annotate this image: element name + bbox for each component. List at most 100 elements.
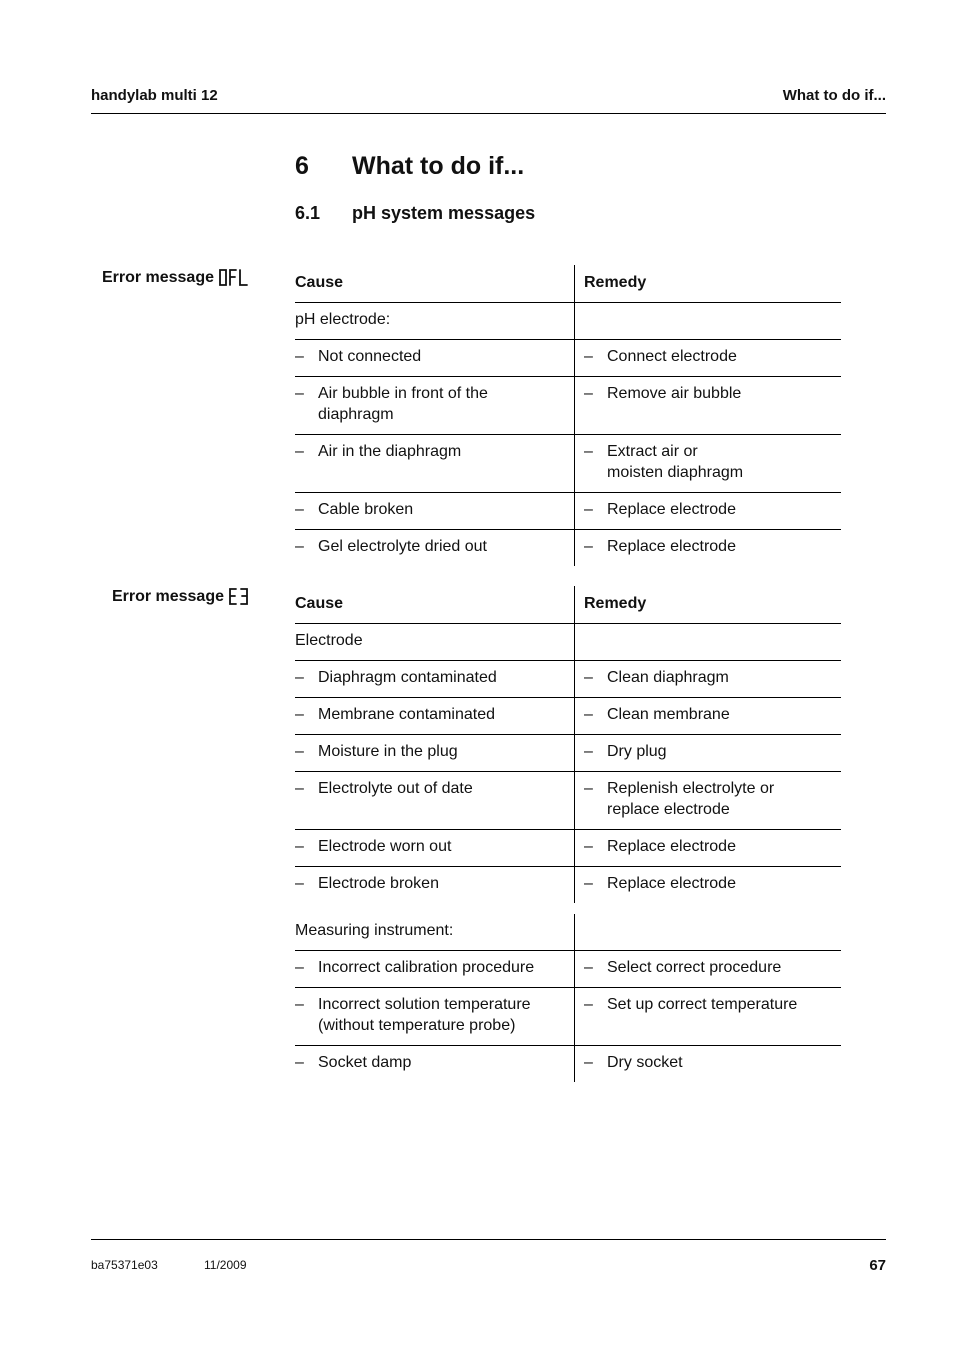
cause-text: Electrolyte out of date <box>318 778 473 799</box>
cause-cell: – Incorrect solution temperature (without … <box>295 987 575 1046</box>
text-line: Incorrect calibration procedure <box>318 959 535 976</box>
remedy-text: Dry plug <box>607 741 667 762</box>
text-line: Electrolyte out of date <box>318 780 473 797</box>
remedy-text: Replace electrode <box>607 536 736 557</box>
cause-text: Cable broken <box>318 499 413 520</box>
dash-bullet: – <box>295 838 304 855</box>
cause-cell: – Socket damp <box>295 1045 575 1082</box>
text-line: Air in the diaphragm <box>318 443 462 460</box>
dash-bullet: – <box>584 959 593 976</box>
chapter-title: What to do if... <box>352 152 525 180</box>
text-line: Extract air or <box>607 443 698 460</box>
text-line: Diaphragm contaminated <box>318 669 497 686</box>
dash-bullet: – <box>295 538 304 555</box>
remedy-cell: – Extract air or moisten diaphragm <box>574 434 841 493</box>
cause-cell: – Electrode broken <box>295 866 575 903</box>
text-line: moisten diaphragm <box>607 464 744 481</box>
dash-bullet: – <box>295 996 304 1013</box>
cause-cell: – Air bubble in front of the diaphragm <box>295 376 575 435</box>
text-line: Clean diaphragm <box>607 669 729 686</box>
remedy-text: Replace electrode <box>607 873 736 894</box>
group-row: Electrode <box>295 623 841 661</box>
remedy-cell: – Remove air bubble <box>574 376 841 435</box>
cause-cell: – Membrane contaminated <box>295 697 575 735</box>
cause-text: Electrode broken <box>318 873 439 894</box>
remedy-text: Select correct procedure <box>607 957 781 978</box>
cause-cell: – Gel electrolyte dried out <box>295 529 575 566</box>
table-row: – Electrode worn out – Replace electrode <box>295 829 841 867</box>
dash-bullet: – <box>584 443 593 460</box>
remedy-cell: – Select correct procedure <box>574 950 841 988</box>
table-row: – Not connected – Connect electrode <box>295 339 841 377</box>
dash-bullet: – <box>584 348 593 365</box>
text-line: Socket damp <box>318 1054 412 1071</box>
remedy-text: Clean diaphragm <box>607 667 729 688</box>
table-row: – Air bubble in front of the diaphragm – Rem… <box>295 376 841 435</box>
text-line: Air bubble in front of the <box>318 385 488 402</box>
dash-bullet: – <box>295 348 304 365</box>
remedy-text: Dry socket <box>607 1052 683 1073</box>
cause-text: Incorrect solution temperature (without t… <box>318 994 531 1036</box>
table-header-row: Cause Remedy <box>295 265 841 303</box>
dash-bullet: – <box>295 780 304 797</box>
text-line: Replace electrode <box>607 875 736 892</box>
remedy-cell: – Replace electrode <box>575 530 842 567</box>
remedy-cell: – Dry plug <box>574 734 841 772</box>
dash-bullet: – <box>295 706 304 723</box>
text-line: Electrode broken <box>318 875 439 892</box>
cause-cell: – Not connected <box>295 339 575 377</box>
text-line: Incorrect solution temperature <box>318 996 531 1013</box>
error-table-e3: Cause Remedy Electrode – Diaphragm contam… <box>295 586 841 903</box>
table-row: – Socket damp – Dry socket <box>295 1045 841 1082</box>
cause-text: Diaphragm contaminated <box>318 667 497 688</box>
text-line: (without temperature probe) <box>318 1017 516 1034</box>
dash-bullet: – <box>584 838 593 855</box>
cause-text: Socket damp <box>318 1052 411 1073</box>
table-row: – Diaphragm contaminated – Clean diaphragm <box>295 660 841 698</box>
remedy-cell: – Clean diaphragm <box>574 660 841 698</box>
text-line: Gel electrolyte dried out <box>318 538 487 555</box>
remedy-cell: – Clean membrane <box>574 697 841 735</box>
text-line: Replace electrode <box>607 538 736 555</box>
cause-text: Gel electrolyte dried out <box>318 536 487 557</box>
footer-date: 11/2009 <box>204 1258 247 1272</box>
cause-cell: – Electrolyte out of date <box>295 771 575 830</box>
remedy-cell: – Replace electrode <box>574 492 841 530</box>
error-label-ofl: Error message <box>102 268 250 288</box>
cause-cell: – Electrode worn out <box>295 829 575 867</box>
text-line: Replace electrode <box>607 501 736 518</box>
dash-bullet: – <box>584 743 593 760</box>
section-number: 6.1 <box>295 203 321 223</box>
column-header-remedy: Remedy <box>574 586 841 624</box>
remedy-text: Remove air bubble <box>607 383 741 404</box>
cause-text: Incorrect calibration procedure <box>318 957 534 978</box>
text-line: Cable broken <box>318 501 414 518</box>
error-label-text: Error message <box>111 588 224 605</box>
dash-bullet: – <box>584 996 593 1013</box>
remedy-text: Replace electrode <box>607 836 736 857</box>
dash-bullet: – <box>295 875 304 892</box>
text-line: Moisture in the plug <box>318 743 458 760</box>
remedy-text: Set up correct temperature <box>607 994 797 1015</box>
remedy-cell: – Replace electrode <box>575 867 842 904</box>
dash-bullet: – <box>295 385 304 402</box>
cause-cell: – Moisture in the plug <box>295 734 575 772</box>
cause-text: Air bubble in front of the diaphragm <box>318 383 488 425</box>
cause-cell: – Diaphragm contaminated <box>295 660 575 698</box>
table-row: – Incorrect calibration procedure – Select … <box>295 950 841 988</box>
group-row: Measuring instrument: <box>295 914 841 951</box>
error-label-text: Error message <box>101 269 214 286</box>
remedy-text: Clean membrane <box>607 704 730 725</box>
footer-document-id: ba75371e03 <box>91 1258 158 1272</box>
remedy-text: Replace electrode <box>607 499 736 520</box>
cause-text: Moisture in the plug <box>318 741 458 762</box>
error-table-instrument: Measuring instrument: – Incorrect calibra… <box>295 914 841 1082</box>
remedy-text: Replenish electrolyte or replace electrod… <box>607 778 774 820</box>
text-line: Connect electrode <box>607 348 737 365</box>
text-line: Replace electrode <box>607 838 736 855</box>
dash-bullet: – <box>295 1054 304 1071</box>
section-title: pH system messages <box>352 203 536 223</box>
remedy-text: Connect electrode <box>607 346 737 367</box>
remedy-text: Extract air or moisten diaphragm <box>607 441 743 483</box>
text-line: Not connected <box>318 348 422 365</box>
